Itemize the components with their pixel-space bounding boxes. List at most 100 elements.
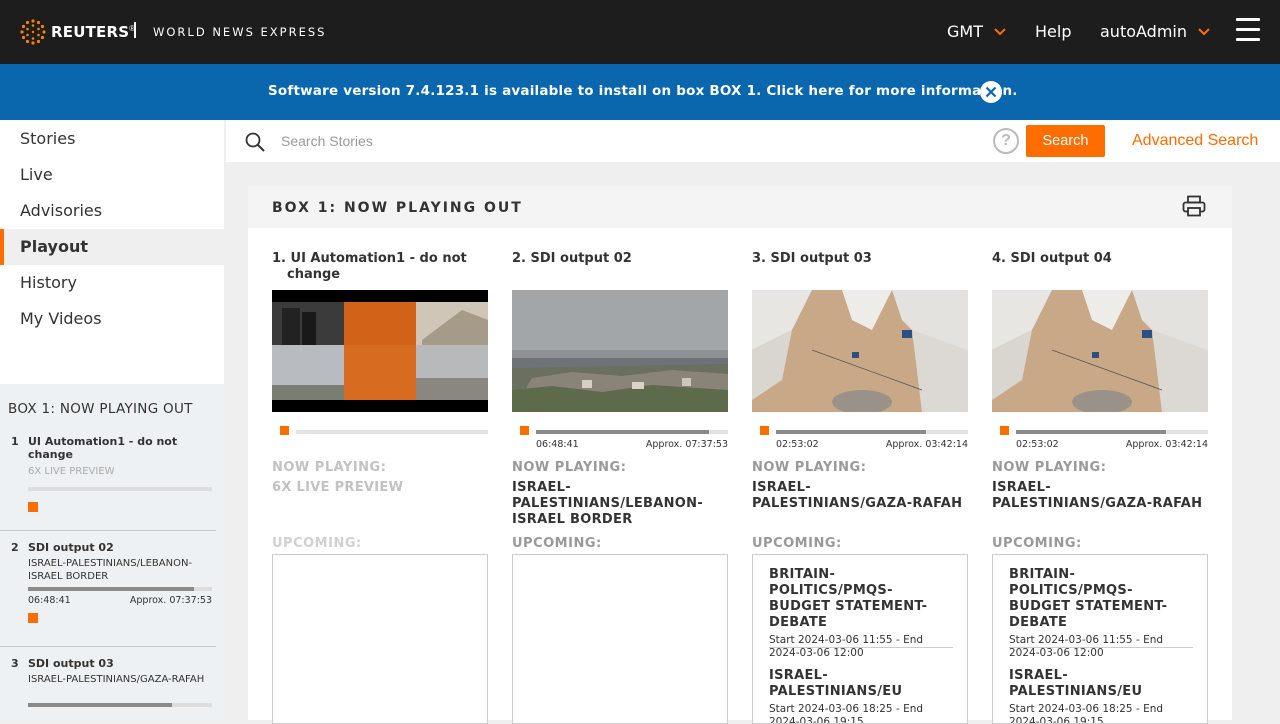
upcoming-item-schedule: Start 2024-03-06 18:25 - End 2024-03-06 …	[1009, 703, 1164, 724]
side-divider	[0, 530, 216, 531]
top-bar: REUTERS ® WORLD NEWS EXPRESS GMT Help au…	[0, 0, 1280, 64]
playing-indicator-icon	[280, 426, 289, 435]
upcoming-divider	[1009, 647, 1193, 648]
side-entry-number: 1	[11, 435, 19, 448]
output-title: 1. UI Automation1 - do not change	[272, 251, 467, 282]
sidebar-item-playout[interactable]: Playout	[0, 229, 224, 265]
side-entry-name: UI Automation1 - do not change	[28, 435, 178, 461]
upcoming-list: BRITAIN-POLITICS/PMQS-BUDGET STATEMENT-D…	[992, 554, 1208, 724]
now-playing-label: NOW PLAYING:	[512, 460, 627, 475]
upcoming-item[interactable]: ISRAEL-PALESTINIANS/EU Start 2024-03-06 …	[769, 668, 953, 724]
playing-indicator-icon	[1000, 426, 1009, 435]
help-link[interactable]: Help	[1035, 22, 1071, 41]
sidebar-item-advisories[interactable]: Advisories	[0, 193, 224, 229]
hamburger-menu-icon[interactable]	[1236, 18, 1260, 42]
now-playing-value: ISRAEL-PALESTINIANS/GAZA-RAFAH	[752, 480, 963, 511]
close-icon[interactable]	[979, 80, 1003, 104]
now-playing-label: NOW PLAYING:	[752, 460, 867, 475]
brand-name: REUTERS	[51, 23, 130, 41]
output-preview-thumbnail[interactable]	[272, 290, 488, 412]
search-input[interactable]	[281, 128, 981, 154]
playback-progress-fill	[536, 430, 709, 434]
side-panel-title: BOX 1: NOW PLAYING OUT	[8, 401, 193, 417]
playback-progress-fill	[1016, 430, 1166, 434]
upcoming-label: UPCOMING:	[512, 536, 602, 551]
output-title: 3. SDI output 03	[752, 251, 872, 266]
sidebar-item-history[interactable]: History	[0, 265, 224, 301]
upcoming-item-title: BRITAIN-POLITICS/PMQS-BUDGET STATEMENT-D…	[1009, 567, 1168, 630]
update-banner[interactable]: Software version 7.4.123.1 is available …	[0, 64, 1280, 120]
search-button[interactable]: Search	[1026, 125, 1105, 157]
playback-progress	[536, 430, 728, 434]
output-title: 2. SDI output 02	[512, 251, 632, 266]
playback-progress	[1016, 430, 1208, 434]
approx-end-time: Approx. 03:42:14	[1125, 439, 1208, 450]
side-entry-progress-fill	[28, 487, 212, 491]
now-playing-label: NOW PLAYING:	[992, 460, 1107, 475]
update-banner-message[interactable]: Software version 7.4.123.1 is available …	[268, 83, 1018, 99]
side-entry-progress-fill	[28, 587, 194, 591]
output-card: 4. SDI output 04 02:53:02 Approx. 03:42:…	[992, 228, 1208, 724]
sidebar-item-stories[interactable]: Stories	[0, 121, 224, 157]
approx-end-time: Approx. 03:42:14	[885, 439, 968, 450]
output-preview-thumbnail[interactable]	[752, 290, 968, 412]
playout-panel: 1. UI Automation1 - do not change NOW PL…	[248, 228, 1232, 724]
user-menu[interactable]: autoAdmin	[1100, 22, 1211, 41]
elapsed-time: 06:48:41	[536, 439, 579, 450]
output-card: 1. UI Automation1 - do not change NOW PL…	[272, 228, 488, 724]
playback-progress-fill	[776, 430, 926, 434]
output-title: 4. SDI output 04	[992, 251, 1112, 266]
output-preview-thumbnail[interactable]	[992, 290, 1208, 412]
playback-progress-fill	[296, 430, 488, 434]
print-icon[interactable]	[1182, 195, 1206, 217]
timezone-selector[interactable]: GMT	[947, 22, 1007, 41]
user-name: autoAdmin	[1100, 22, 1187, 41]
help-icon[interactable]: ?	[993, 128, 1019, 154]
side-entry-number: 3	[11, 657, 19, 670]
aerial-tents-preview-image	[992, 290, 1208, 412]
timezone-label: GMT	[947, 22, 983, 41]
upcoming-item-title: BRITAIN-POLITICS/PMQS-BUDGET STATEMENT-D…	[769, 567, 928, 630]
upcoming-item[interactable]: ISRAEL-PALESTINIANS/EU Start 2024-03-06 …	[1009, 668, 1193, 724]
output-preview-thumbnail[interactable]	[512, 290, 728, 412]
side-entry-number: 2	[11, 541, 19, 554]
upcoming-item-schedule: Start 2024-03-06 18:25 - End 2024-03-06 …	[769, 703, 924, 724]
sidebar-item-my-videos[interactable]: My Videos	[0, 301, 224, 337]
chevron-down-icon	[994, 27, 1006, 35]
upcoming-list: BRITAIN-POLITICS/PMQS-BUDGET STATEMENT-D…	[752, 554, 968, 724]
side-entry-progress	[28, 487, 212, 491]
upcoming-list	[272, 554, 488, 724]
upcoming-label: UPCOMING:	[992, 536, 1082, 551]
side-entry-subtitle: 6X LIVE PREVIEW	[28, 466, 115, 477]
side-entry-name: SDI output 02	[28, 541, 114, 554]
playing-indicator-icon	[28, 613, 38, 623]
search-icon[interactable]	[245, 132, 265, 152]
upcoming-label: UPCOMING:	[752, 536, 842, 551]
side-entry-approx: Approx. 07:37:53	[129, 595, 212, 606]
logo-divider	[134, 22, 136, 38]
reuters-logo-icon	[20, 19, 46, 45]
side-entry-elapsed: 06:48:41	[28, 595, 71, 606]
playing-indicator-icon	[520, 426, 529, 435]
advanced-search-link[interactable]: Advanced Search	[1132, 132, 1258, 150]
multiview-preview-image	[272, 290, 488, 412]
now-playing-value: ISRAEL-PALESTINIANS/GAZA-RAFAH	[992, 480, 1203, 511]
sidebar-item-live[interactable]: Live	[0, 157, 224, 193]
page-title: BOX 1: NOW PLAYING OUT	[272, 200, 523, 216]
search-bar: ? Search Advanced Search	[226, 120, 1280, 162]
side-entry-progress-fill	[28, 703, 172, 707]
approx-end-time: Approx. 07:37:53	[645, 439, 728, 450]
playback-progress	[776, 430, 968, 434]
upcoming-item-title: ISRAEL-PALESTINIANS/EU	[769, 668, 903, 699]
sidebar-nav: Stories Live Advisories Playout History …	[0, 120, 224, 384]
side-entry-subtitle: ISRAEL-PALESTINIANS/GAZA-RAFAH	[28, 674, 205, 685]
product-subtitle: WORLD NEWS EXPRESS	[153, 25, 327, 39]
now-playing-value: ISRAEL-PALESTINIANS/LEBANON-ISRAEL BORDE…	[512, 480, 704, 527]
playback-progress	[296, 430, 488, 434]
now-playing-value: 6X LIVE PREVIEW	[272, 480, 404, 495]
playing-indicator-icon	[760, 426, 769, 435]
upcoming-divider	[769, 647, 953, 648]
playing-indicator-icon	[28, 502, 38, 512]
reuters-logo[interactable]: REUTERS ®	[20, 19, 135, 45]
upcoming-label: UPCOMING:	[272, 536, 362, 551]
